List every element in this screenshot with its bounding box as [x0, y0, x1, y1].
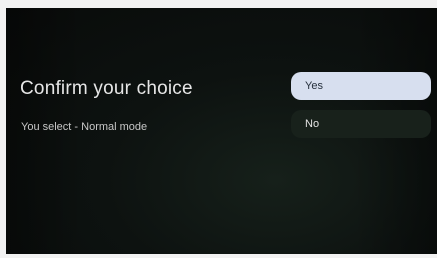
dialog-subtitle: You select - Normal mode — [21, 121, 148, 133]
no-button[interactable]: No — [291, 110, 431, 138]
yes-button[interactable]: Yes — [291, 72, 431, 100]
dialog-title: Confirm your choice — [20, 78, 193, 99]
tv-screen: Confirm your choice You select - Normal … — [6, 8, 437, 254]
